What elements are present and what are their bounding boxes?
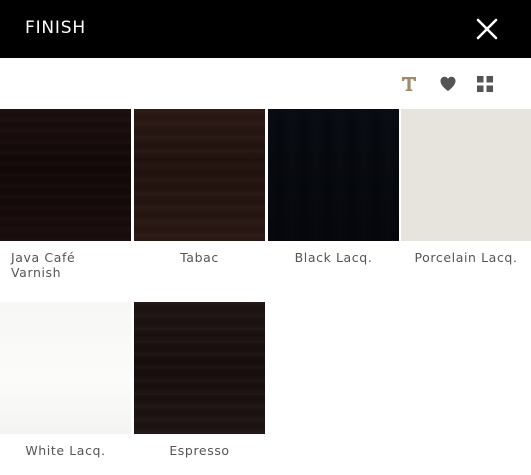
swatch-label: White Lacq. <box>25 443 106 458</box>
swatch-image <box>0 109 131 241</box>
swatch-image <box>134 302 265 434</box>
view-toolbar <box>0 58 531 108</box>
swatch-image <box>401 109 531 241</box>
swatch-image <box>0 302 131 434</box>
swatch-label: Java Café Varnish <box>11 250 76 280</box>
swatch-label: Espresso <box>169 443 230 458</box>
swatch-image <box>134 109 265 241</box>
text-view-button[interactable] <box>400 75 418 93</box>
close-icon <box>476 18 498 40</box>
swatch-label: Black Lacq. <box>294 250 373 265</box>
heart-icon <box>440 76 456 91</box>
swatch-image <box>268 109 399 241</box>
favorites-button[interactable] <box>439 75 457 93</box>
swatch-label: Tabac <box>180 250 219 265</box>
swatch-label: Porcelain Lacq. <box>414 250 518 265</box>
close-button[interactable] <box>474 16 500 42</box>
grid-view-button[interactable] <box>476 75 494 93</box>
page-title: FINISH <box>25 18 86 38</box>
grid-icon <box>477 76 493 92</box>
text-icon <box>402 77 416 91</box>
finish-header: FINISH <box>0 0 531 58</box>
